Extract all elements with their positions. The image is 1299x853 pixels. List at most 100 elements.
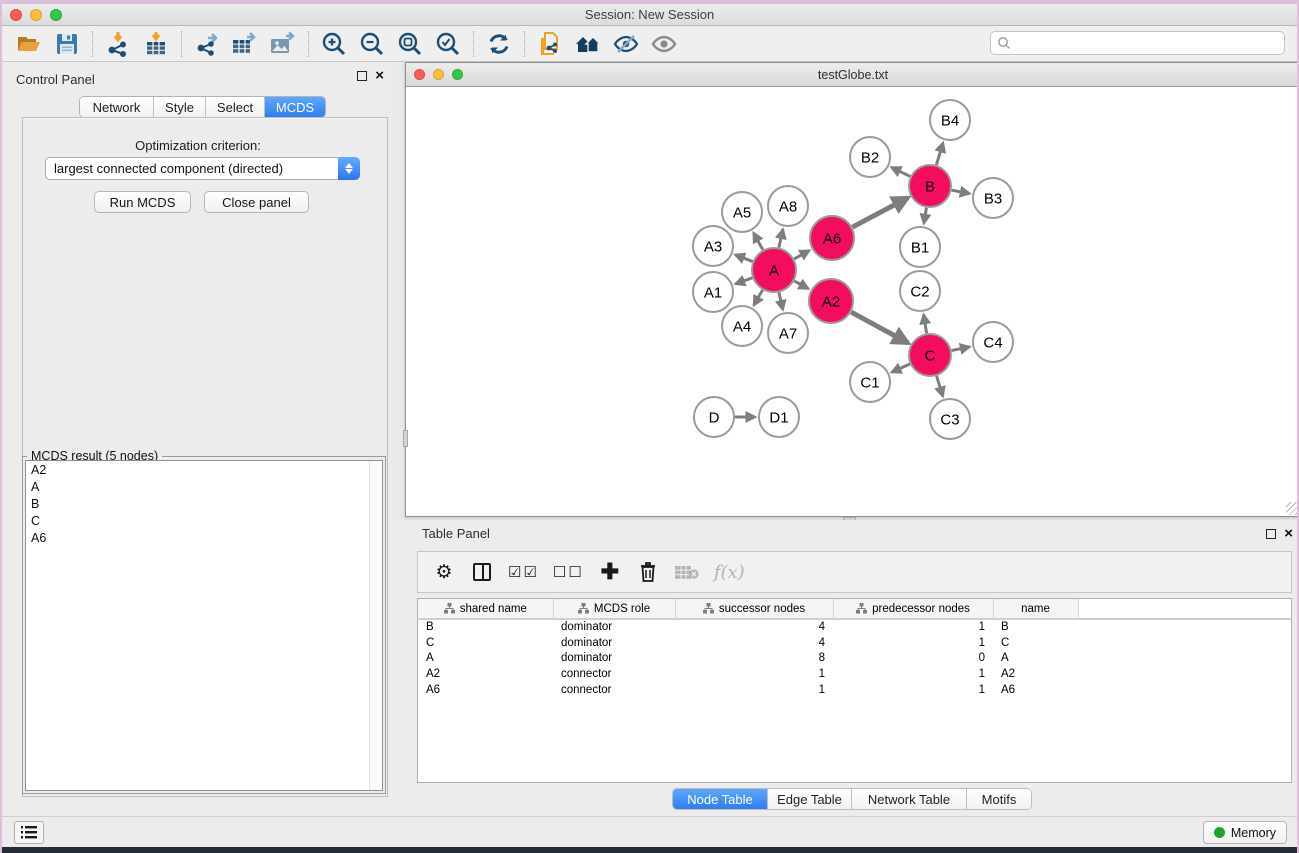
add-column-button[interactable]: ✚ bbox=[598, 559, 622, 585]
duplicate-network-button[interactable] bbox=[531, 29, 569, 59]
delete-column-button[interactable] bbox=[636, 559, 660, 585]
graph-edge[interactable] bbox=[736, 278, 753, 284]
network-graph-canvas[interactable]: AA1A3A4A5A7A8A6A2BB1B2B3B4CC1C2C3C4DD1 bbox=[406, 87, 1299, 516]
close-panel-icon[interactable]: × bbox=[375, 71, 384, 81]
table-row[interactable]: A2 connector 1 1 A2 bbox=[418, 666, 1291, 682]
column-header-predecessor-nodes[interactable]: predecessor nodes bbox=[833, 599, 993, 619]
graph-edge[interactable] bbox=[754, 233, 763, 250]
float-panel-icon[interactable] bbox=[1266, 529, 1276, 539]
import-table-button[interactable] bbox=[137, 29, 175, 59]
column-header-shared-name[interactable]: shared name bbox=[418, 599, 553, 619]
graph-edge[interactable] bbox=[937, 376, 943, 396]
zoom-in-button[interactable] bbox=[315, 29, 353, 59]
export-network-button[interactable] bbox=[188, 29, 226, 59]
zoom-selected-button[interactable] bbox=[429, 29, 467, 59]
column-header-mcds-role[interactable]: MCDS role bbox=[553, 599, 675, 619]
graph-edge[interactable] bbox=[952, 347, 970, 351]
splitter-handle-icon[interactable] bbox=[403, 430, 408, 447]
columns-icon bbox=[473, 563, 491, 581]
select-all-button[interactable]: ☑☑ bbox=[508, 559, 539, 585]
list-item[interactable]: A2 bbox=[26, 461, 382, 478]
tab-motifs[interactable]: Motifs bbox=[967, 789, 1031, 809]
float-panel-icon[interactable] bbox=[357, 71, 367, 81]
mcds-result-list[interactable]: A2 A B C A6 bbox=[25, 460, 383, 791]
criterion-dropdown[interactable]: largest connected component (directed) bbox=[45, 157, 360, 180]
list-item[interactable]: C bbox=[26, 512, 382, 529]
graph-node-label: A6 bbox=[823, 231, 841, 248]
tab-node-table[interactable]: Node Table bbox=[673, 789, 768, 809]
graph-edge[interactable] bbox=[735, 255, 752, 262]
home-button[interactable] bbox=[569, 29, 607, 59]
close-panel-icon[interactable]: × bbox=[1284, 529, 1293, 539]
list-scrollbar[interactable] bbox=[369, 461, 382, 790]
column-header-successor-nodes[interactable]: successor nodes bbox=[675, 599, 833, 619]
tab-mcds[interactable]: MCDS bbox=[265, 97, 325, 117]
network-window-titlebar[interactable]: testGlobe.txt bbox=[406, 63, 1299, 87]
delete-table-button[interactable] bbox=[674, 559, 700, 585]
table-panel-title: Table Panel bbox=[422, 526, 490, 541]
list-item[interactable]: A bbox=[26, 478, 382, 495]
tab-network[interactable]: Network bbox=[80, 97, 154, 117]
graph-node-label: B1 bbox=[911, 240, 929, 257]
window-title: Session: New Session bbox=[2, 7, 1297, 22]
column-header-name[interactable]: name bbox=[993, 599, 1078, 619]
export-image-button[interactable] bbox=[264, 29, 302, 59]
deselect-all-button[interactable]: ☐☐ bbox=[553, 559, 584, 585]
tab-select[interactable]: Select bbox=[206, 97, 265, 117]
graph-edge[interactable] bbox=[851, 312, 908, 343]
close-panel-button[interactable]: Close panel bbox=[204, 191, 309, 213]
show-eye-button[interactable] bbox=[645, 29, 683, 59]
table-row[interactable]: C dominator 4 1 C bbox=[418, 635, 1291, 651]
run-mcds-button[interactable]: Run MCDS bbox=[94, 191, 191, 213]
graph-node-label: D1 bbox=[769, 410, 788, 427]
search-input[interactable] bbox=[1016, 36, 1278, 50]
graph-edge[interactable] bbox=[754, 290, 763, 305]
graph-node-label: A1 bbox=[704, 285, 722, 302]
search-icon bbox=[997, 36, 1011, 50]
task-history-button[interactable] bbox=[14, 821, 44, 844]
graph-edge[interactable] bbox=[952, 190, 970, 193]
mcds-result-group: MCDS result (5 nodes) A2 A B C A6 bbox=[22, 456, 386, 794]
list-item[interactable]: A6 bbox=[26, 529, 382, 546]
memory-button[interactable]: Memory bbox=[1203, 821, 1287, 844]
graph-node-label: C2 bbox=[910, 284, 929, 301]
apply-function-button[interactable]: f(x) bbox=[714, 562, 745, 583]
window-resize-grip[interactable] bbox=[1286, 502, 1299, 515]
table-row[interactable]: B dominator 4 1 B bbox=[418, 619, 1291, 635]
graph-edge[interactable] bbox=[852, 198, 908, 228]
table-row[interactable]: A dominator 8 0 A bbox=[418, 650, 1291, 666]
graph-edge[interactable] bbox=[779, 292, 783, 309]
import-network-button[interactable] bbox=[99, 29, 137, 59]
graph-edge[interactable] bbox=[794, 251, 809, 259]
table-row[interactable]: A6 connector 1 1 A6 bbox=[418, 682, 1291, 698]
toolbar-separator bbox=[308, 31, 309, 57]
list-item[interactable]: B bbox=[26, 495, 382, 512]
tab-edge-table[interactable]: Edge Table bbox=[768, 789, 852, 809]
zoom-out-button[interactable] bbox=[353, 29, 391, 59]
graph-edge[interactable] bbox=[892, 167, 911, 176]
graph-edge[interactable] bbox=[924, 208, 927, 224]
graph-node-label: A5 bbox=[733, 205, 751, 222]
graph-edge[interactable] bbox=[936, 143, 943, 165]
application-window: Session: New Session bbox=[0, 0, 1299, 853]
graph-edge[interactable] bbox=[924, 315, 927, 334]
tab-network-table[interactable]: Network Table bbox=[852, 789, 967, 809]
export-table-button[interactable] bbox=[226, 29, 264, 59]
refresh-button[interactable] bbox=[480, 29, 518, 59]
graph-edge[interactable] bbox=[779, 229, 783, 247]
show-columns-button[interactable] bbox=[470, 559, 494, 585]
optimization-criterion-label: Optimization criterion: bbox=[4, 138, 392, 153]
search-field[interactable] bbox=[990, 31, 1285, 55]
zoom-fit-button[interactable] bbox=[391, 29, 429, 59]
main-titlebar[interactable]: Session: New Session bbox=[2, 4, 1297, 26]
table-settings-button[interactable]: ⚙ bbox=[432, 559, 456, 585]
graph-edge[interactable] bbox=[892, 364, 910, 372]
hide-eye-button[interactable] bbox=[607, 29, 645, 59]
save-session-button[interactable] bbox=[48, 29, 86, 59]
trash-icon bbox=[638, 561, 658, 583]
open-session-button[interactable] bbox=[10, 29, 48, 59]
graph-edge[interactable] bbox=[794, 281, 808, 289]
column-type-icon bbox=[444, 603, 455, 614]
tab-style[interactable]: Style bbox=[154, 97, 206, 117]
toolbar-separator bbox=[92, 31, 93, 57]
